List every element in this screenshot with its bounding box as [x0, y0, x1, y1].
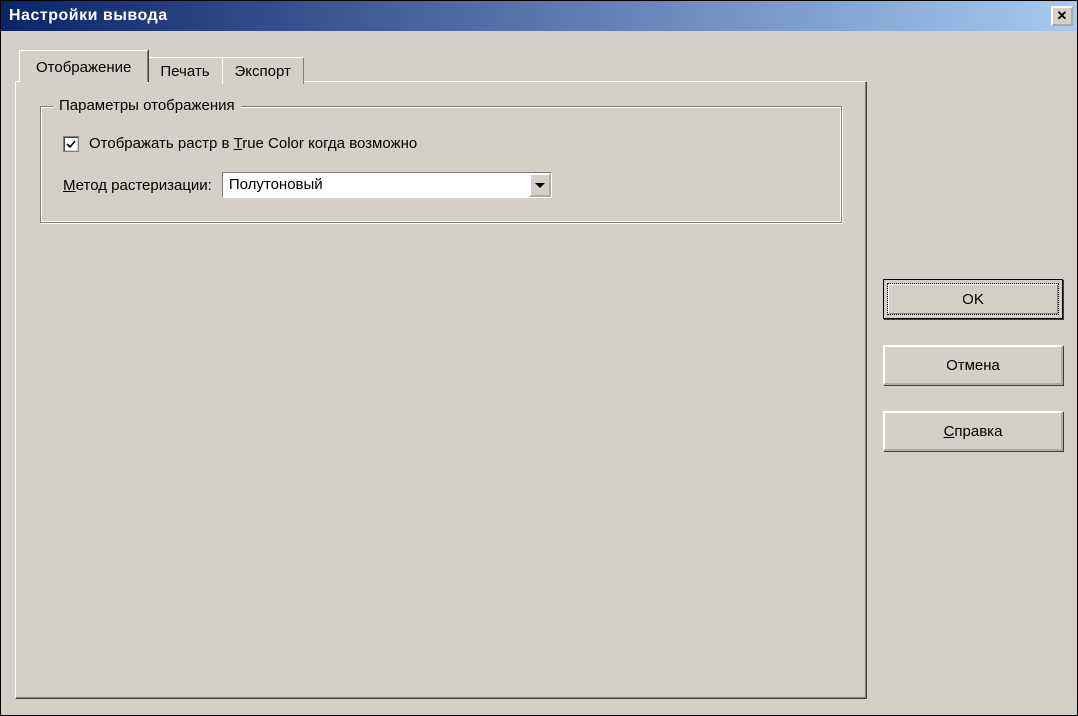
close-icon: ✕	[1057, 8, 1068, 24]
raster-method-value: Полутоновый	[223, 173, 529, 197]
display-params-group: Параметры отображения Отображать растр в…	[40, 106, 842, 223]
dialog-window: Настройки вывода ✕ Отображение Печать Эк…	[0, 0, 1078, 716]
window-title: Настройки вывода	[9, 7, 168, 25]
tab-panel-display: Параметры отображения Отображать растр в…	[15, 81, 867, 699]
tab-control: Отображение Печать Экспорт Параметры ото…	[15, 49, 867, 701]
tab-strip: Отображение Печать Экспорт	[19, 49, 867, 81]
ok-button[interactable]: OK	[883, 279, 1063, 319]
raster-method-row: Метод растеризации: Полутоновый	[63, 172, 819, 198]
tab-display-label: Отображение	[36, 59, 131, 76]
raster-method-label: Метод растеризации:	[63, 177, 212, 194]
title-bar: Настройки вывода ✕	[1, 1, 1077, 31]
tab-display[interactable]: Отображение	[19, 50, 148, 82]
cancel-button-label: Отмена	[946, 357, 1000, 374]
tab-print[interactable]: Печать	[147, 57, 222, 84]
cancel-button[interactable]: Отмена	[883, 345, 1063, 385]
dialog-buttons: OK Отмена Справка	[883, 49, 1063, 701]
tab-print-label: Печать	[160, 63, 209, 80]
truecolor-checkbox[interactable]	[63, 136, 79, 152]
help-button[interactable]: Справка	[883, 411, 1063, 451]
ok-button-label: OK	[962, 291, 984, 308]
close-button[interactable]: ✕	[1051, 6, 1073, 26]
truecolor-label[interactable]: Отображать растр в True Color когда возм…	[89, 135, 417, 152]
help-button-label: Справка	[944, 423, 1003, 440]
group-title: Параметры отображения	[53, 97, 241, 114]
truecolor-row: Отображать растр в True Color когда возм…	[63, 135, 819, 152]
combo-dropdown-button[interactable]	[529, 173, 551, 197]
tab-export[interactable]: Экспорт	[222, 57, 304, 84]
check-icon	[66, 139, 76, 149]
chevron-down-icon	[535, 183, 545, 188]
client-area: Отображение Печать Экспорт Параметры ото…	[1, 31, 1077, 715]
tab-export-label: Экспорт	[235, 63, 291, 80]
raster-method-combo[interactable]: Полутоновый	[222, 172, 552, 198]
